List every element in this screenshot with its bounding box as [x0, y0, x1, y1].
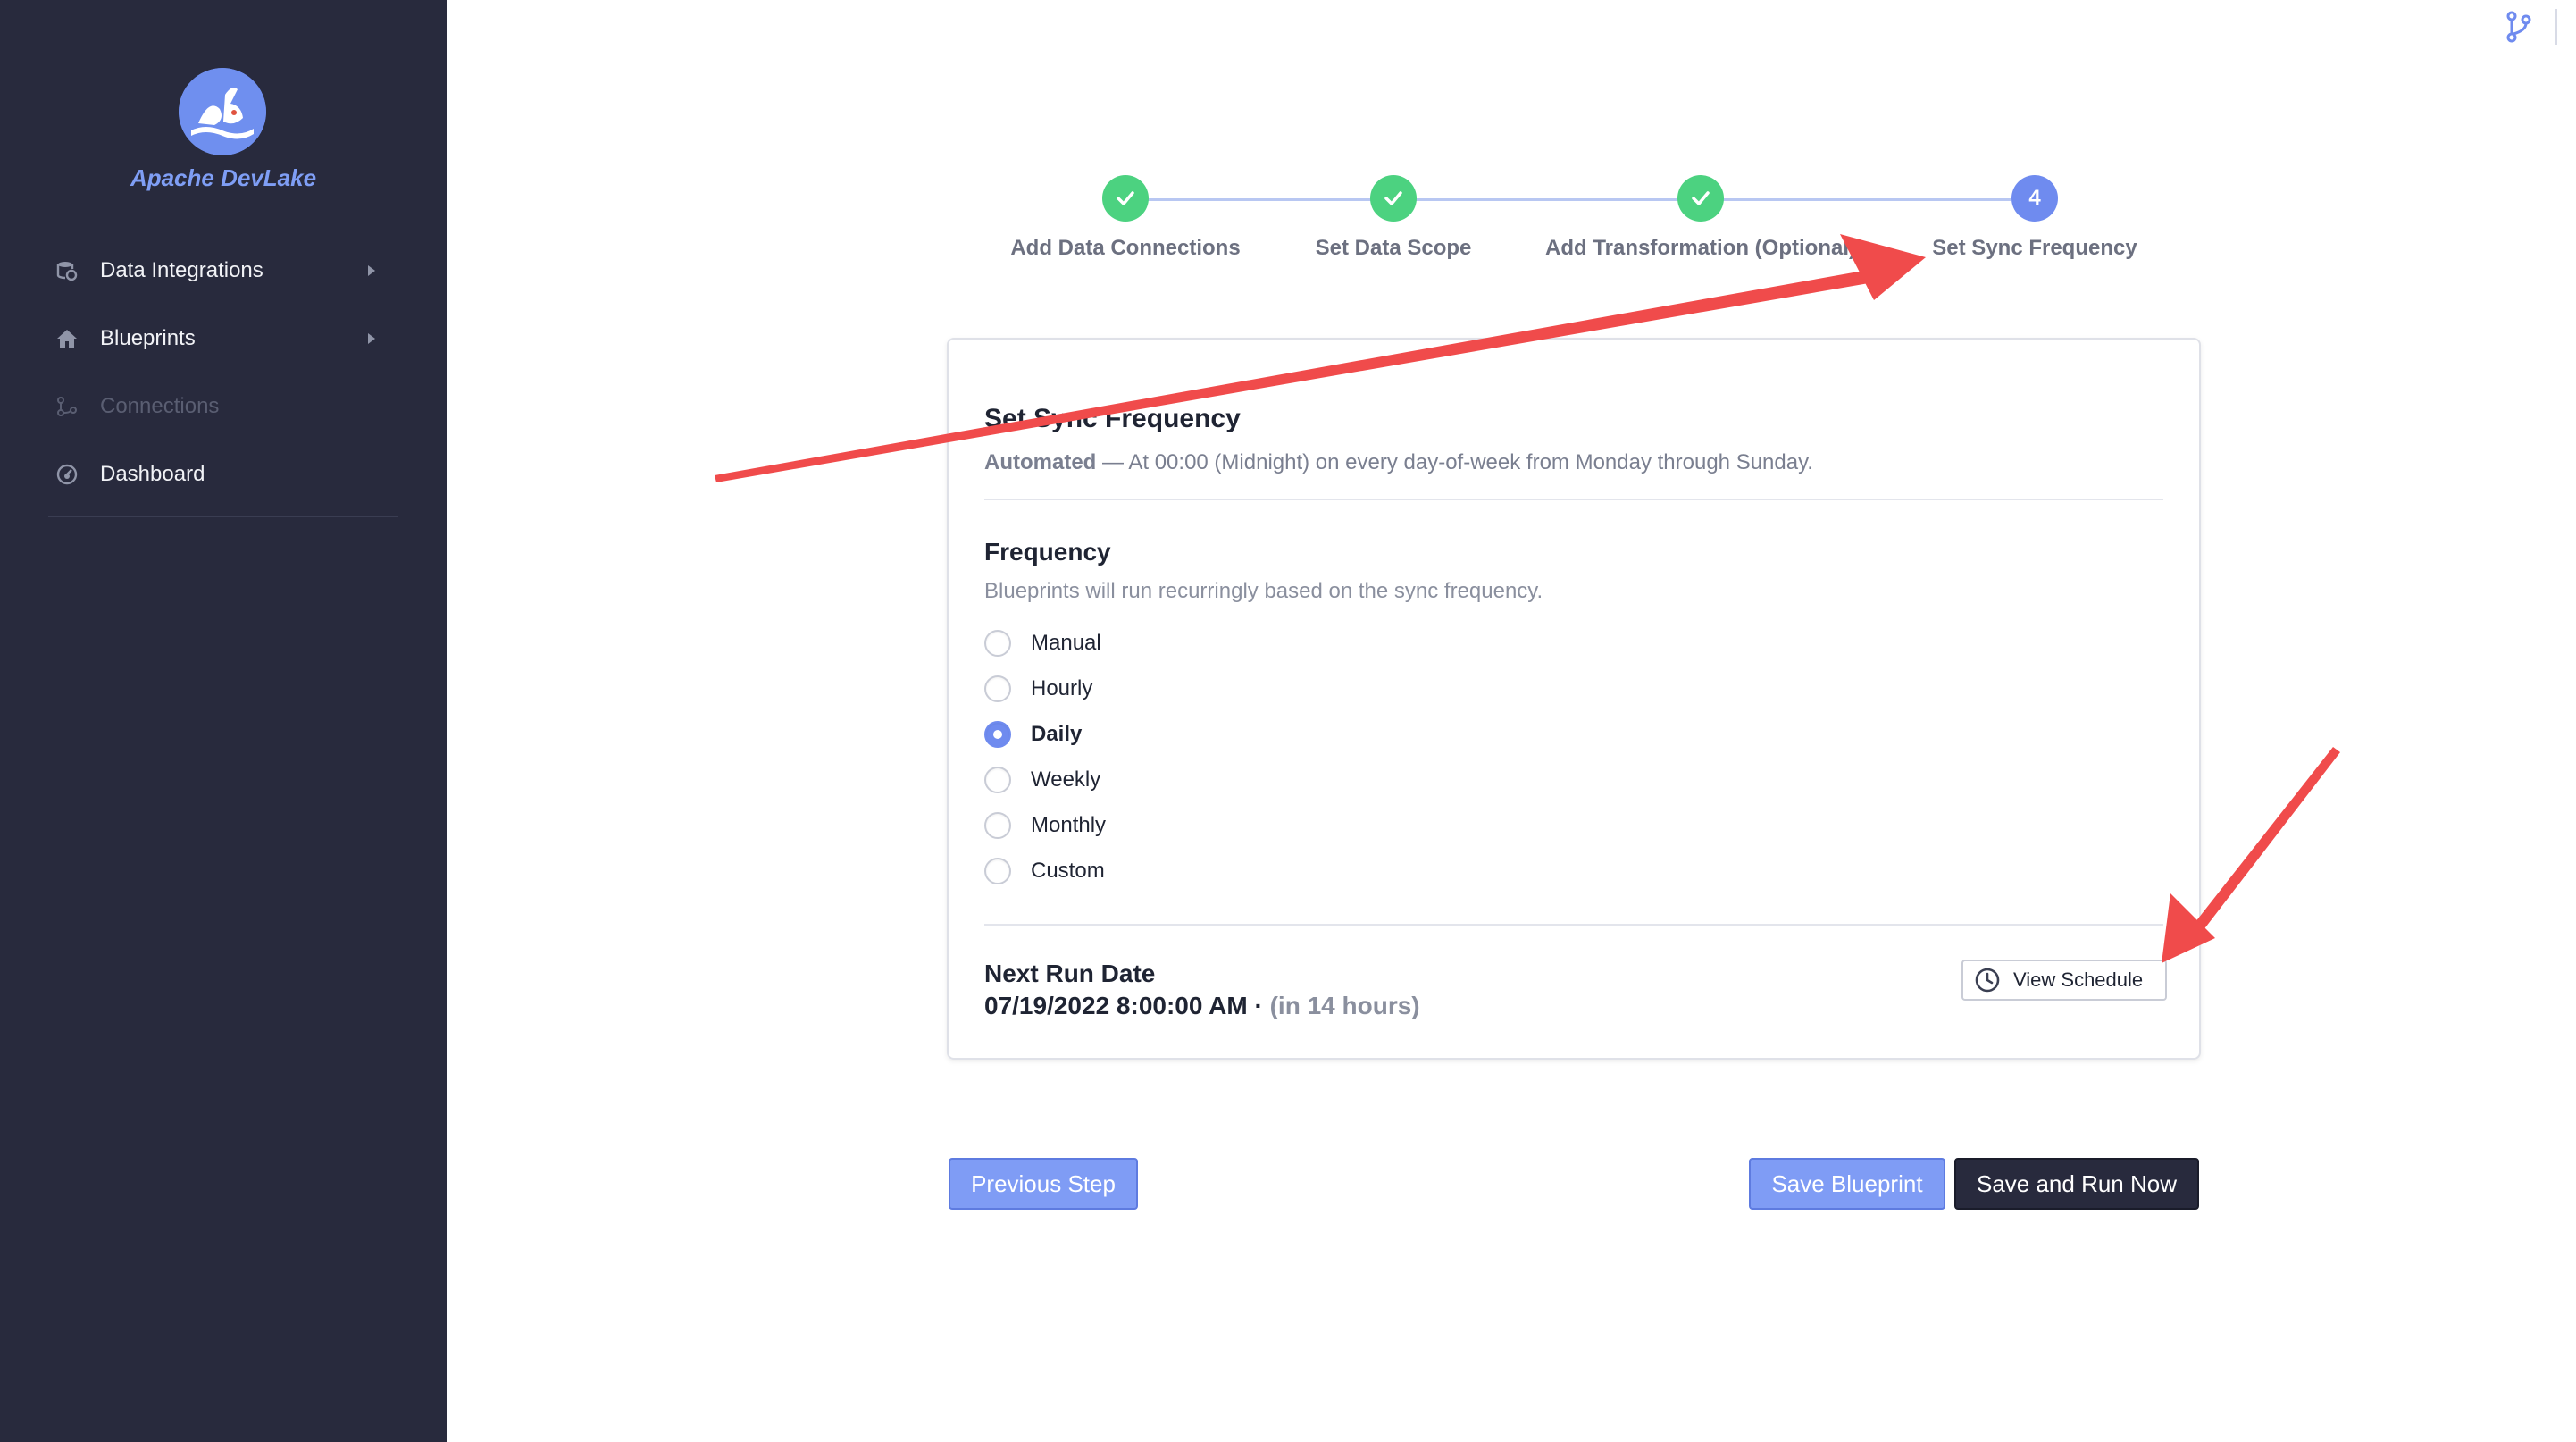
view-schedule-label: View Schedule — [2013, 968, 2144, 991]
check-icon — [1384, 191, 1402, 205]
step-connector — [1702, 198, 2011, 201]
step-connector — [1395, 198, 1681, 201]
view-schedule-button[interactable]: View Schedule — [1961, 960, 2167, 1001]
save-blueprint-button[interactable]: Save Blueprint — [1749, 1158, 1945, 1210]
home-icon — [55, 327, 79, 350]
caret-right-icon — [368, 333, 375, 344]
card-title: Set Sync Frequency — [984, 404, 1241, 433]
sidebar-item-label: Dashboard — [100, 462, 205, 486]
previous-step-button[interactable]: Previous Step — [949, 1158, 1138, 1210]
step-connector — [1127, 198, 1374, 201]
frequency-title: Frequency — [984, 538, 1111, 566]
next-run-date: 07/19/2022 8:00:00 AM · (in 14 hours) — [984, 992, 1420, 1020]
check-icon — [1692, 191, 1710, 205]
schedule-summary: Automated — At 00:00 (Midnight) on every… — [984, 450, 1813, 475]
radio-button[interactable] — [984, 675, 1011, 702]
sidebar-item-blueprints[interactable]: Blueprints — [0, 305, 447, 373]
radio-button-checked[interactable] — [984, 721, 1011, 748]
clock-icon — [1974, 967, 2001, 993]
radio-label: Hourly — [1031, 676, 1093, 700]
step-1-indicator[interactable] — [1102, 175, 1149, 222]
frequency-option-hourly[interactable]: Hourly — [984, 671, 1092, 707]
check-icon — [1117, 191, 1134, 205]
frequency-option-monthly[interactable]: Monthly — [984, 808, 1106, 843]
devlake-logo — [179, 68, 266, 155]
step-3-indicator[interactable] — [1677, 175, 1724, 222]
sidebar-item-data-integrations[interactable]: Data Integrations — [0, 237, 447, 305]
sidebar-item-label: Connections — [100, 394, 220, 418]
radio-button[interactable] — [984, 767, 1011, 793]
frequency-option-manual[interactable]: Manual — [984, 625, 1101, 661]
step-2-indicator[interactable] — [1370, 175, 1417, 222]
app-root: Apache DevLake Data Integrations Bluepri… — [0, 0, 2576, 1442]
frequency-option-weekly[interactable]: Weekly — [984, 762, 1100, 798]
app-name: Apache DevLake — [130, 164, 317, 191]
top-bar-separator — [2555, 9, 2557, 45]
radio-label: Custom — [1031, 859, 1105, 883]
sidebar-item-label: Data Integrations — [100, 258, 263, 282]
radio-label: Monthly — [1031, 813, 1107, 837]
sidebar-item-label: Blueprints — [100, 326, 196, 350]
sidebar: Apache DevLake Data Integrations Bluepri… — [0, 0, 447, 1442]
sidebar-divider — [48, 516, 398, 517]
step-4-indicator[interactable]: 4 — [2011, 175, 2058, 222]
next-run-title: Next Run Date — [984, 960, 1156, 987]
radio-label: Weekly — [1031, 767, 1101, 792]
next-run-relative: (in 14 hours) — [1269, 992, 1420, 1019]
schedule-description: — At 00:00 (Midnight) on every day-of-we… — [1096, 450, 1813, 474]
git-branch-icon[interactable] — [2505, 11, 2533, 43]
save-and-run-button[interactable]: Save and Run Now — [1954, 1158, 2199, 1210]
radio-button[interactable] — [984, 858, 1011, 884]
step-3-label[interactable]: Add Transformation (Optional) — [1545, 236, 1856, 261]
sidebar-item-connections: Connections — [0, 373, 447, 440]
radio-label: Daily — [1031, 722, 1083, 746]
step-2-label[interactable]: Set Data Scope — [1316, 236, 1472, 261]
sidebar-item-dashboard[interactable]: Dashboard — [0, 440, 447, 508]
divider — [984, 924, 2163, 926]
next-run-date-value: 07/19/2022 8:00:00 AM · — [984, 992, 1270, 1019]
frequency-option-daily[interactable]: Daily — [984, 717, 1082, 752]
connections-icon — [55, 395, 79, 418]
caret-right-icon — [368, 265, 375, 276]
schedule-mode: Automated — [984, 450, 1097, 474]
database-icon — [55, 259, 79, 282]
dashboard-icon — [55, 463, 79, 486]
radio-button[interactable] — [984, 812, 1011, 839]
frequency-option-custom[interactable]: Custom — [984, 853, 1105, 889]
step-4-label[interactable]: Set Sync Frequency — [1932, 236, 2137, 261]
frequency-description: Blueprints will run recurringly based on… — [984, 579, 1543, 603]
radio-button[interactable] — [984, 630, 1011, 657]
divider — [984, 499, 2163, 500]
sync-frequency-card: Set Sync Frequency Automated — At 00:00 … — [947, 338, 2201, 1060]
step-1-label[interactable]: Add Data Connections — [1010, 236, 1240, 261]
radio-label: Manual — [1031, 631, 1101, 655]
sidebar-nav: Data Integrations Blueprints Connections — [0, 237, 447, 508]
